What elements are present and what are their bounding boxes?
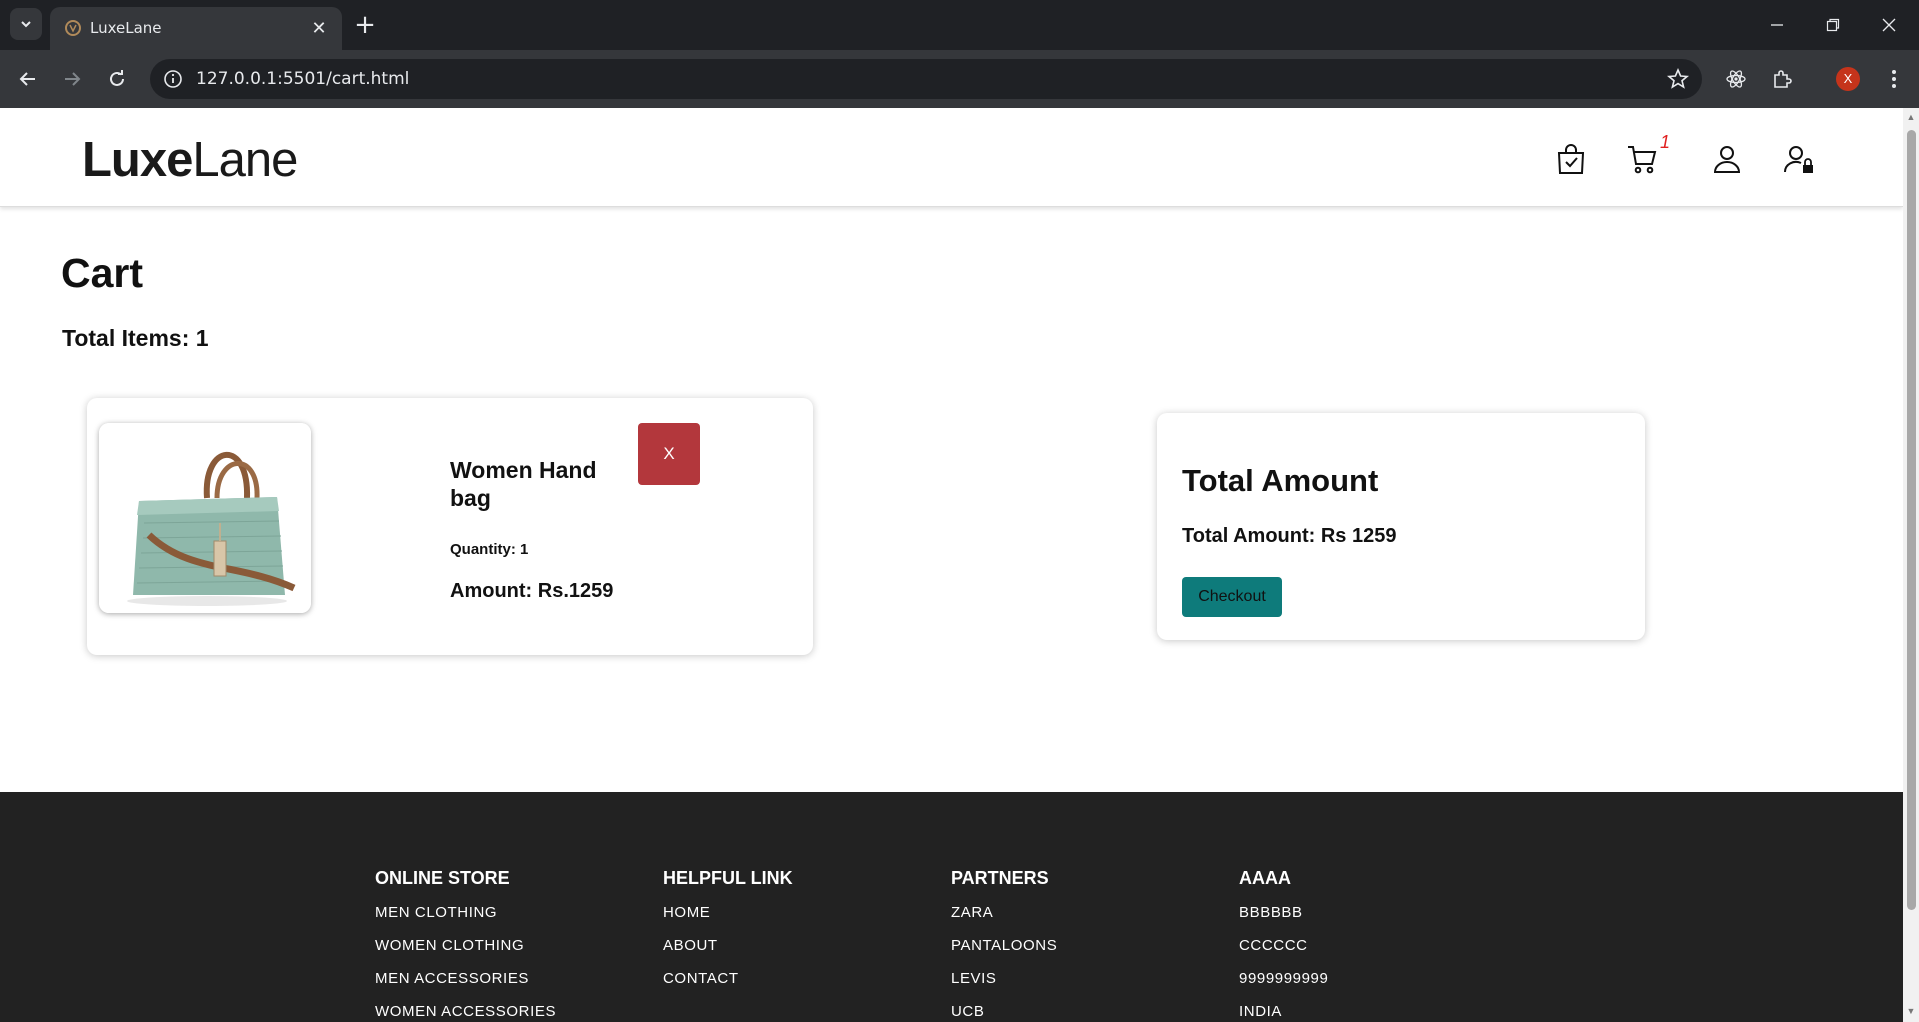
footer-link[interactable]: MEN ACCESSORIES xyxy=(375,969,556,1002)
footer-link[interactable]: ABOUT xyxy=(663,936,793,969)
reload-icon xyxy=(110,70,124,86)
puzzle-icon xyxy=(1774,70,1792,88)
profile-avatar[interactable]: X xyxy=(1836,67,1860,91)
minimize-button[interactable] xyxy=(1762,10,1792,40)
logo-light-part: Lane xyxy=(192,133,298,187)
footer-link[interactable]: CONTACT xyxy=(663,969,793,1002)
new-tab-button[interactable]: + xyxy=(350,10,380,40)
site-info-icon[interactable] xyxy=(162,68,184,90)
restore-button[interactable] xyxy=(1818,10,1848,40)
footer-heading: AAAA xyxy=(1239,868,1291,888)
footer-heading: PARTNERS xyxy=(951,868,1049,888)
footer-column-partners: PARTNERS ZARA PANTALOONS LEVIS UCB xyxy=(951,868,1057,1022)
tab-search-button[interactable] xyxy=(10,8,42,40)
total-items-count: Total Items: 1 xyxy=(62,325,209,351)
user-lock-icon xyxy=(1784,146,1813,173)
checkout-button[interactable]: Checkout xyxy=(1182,577,1282,617)
more-vertical-icon xyxy=(1892,70,1896,88)
cart-count-badge: 1 xyxy=(1660,132,1671,152)
footer-column-online-store: ONLINE STORE MEN CLOTHING WOMEN CLOTHING… xyxy=(375,868,556,1022)
site-logo[interactable]: LuxeLane xyxy=(82,132,298,188)
cart-item-card: Women Hand bag Quantity: 1 Amount: Rs.12… xyxy=(87,398,813,655)
restore-icon xyxy=(1826,18,1840,32)
back-button[interactable] xyxy=(12,63,44,95)
product-amount: Amount: Rs.1259 xyxy=(450,580,614,602)
active-tab[interactable]: LuxeLane ✕ xyxy=(50,7,342,50)
shopping-bag-check-icon xyxy=(1557,144,1585,174)
user-icon xyxy=(1713,146,1741,173)
product-name: Women Hand bag xyxy=(450,457,597,511)
footer-link[interactable]: HOME xyxy=(663,903,793,936)
arrow-right-icon xyxy=(65,72,81,86)
close-icon xyxy=(1882,18,1896,32)
logo-bold-part: Luxe xyxy=(82,133,193,187)
forward-button[interactable] xyxy=(56,63,88,95)
page-viewport: LuxeLane 1 Cart Total Items: 1 Women Han… xyxy=(0,108,1903,1022)
arrow-left-icon xyxy=(19,72,35,86)
tab-title: LuxeLane xyxy=(90,19,162,37)
footer-link[interactable]: CCCCCC xyxy=(1239,936,1328,969)
site-footer: ONLINE STORE MEN CLOTHING WOMEN CLOTHING… xyxy=(0,792,1903,1022)
reload-button[interactable] xyxy=(101,63,133,95)
close-window-button[interactable] xyxy=(1874,10,1904,40)
cart-icon xyxy=(1628,146,1657,174)
footer-link[interactable]: WOMEN CLOTHING xyxy=(375,936,556,969)
login-button[interactable] xyxy=(1782,142,1816,176)
atom-icon xyxy=(1726,70,1746,88)
footer-link[interactable]: WOMEN ACCESSORIES xyxy=(375,1002,556,1022)
react-devtools-extension[interactable] xyxy=(1722,65,1750,93)
product-quantity: Quantity: 1 xyxy=(450,541,529,558)
footer-link[interactable]: LEVIS xyxy=(951,969,1057,1002)
orders-button[interactable] xyxy=(1554,142,1588,176)
footer-heading: HELPFUL LINK xyxy=(663,868,793,888)
footer-column-helpful-link: HELPFUL LINK HOME ABOUT CONTACT xyxy=(663,868,793,1002)
cart-button[interactable] xyxy=(1625,142,1659,176)
footer-link[interactable]: BBBBBB xyxy=(1239,903,1328,936)
footer-column-aaaa: AAAA BBBBBB CCCCCC 9999999999 INDIA xyxy=(1239,868,1328,1022)
minimize-icon xyxy=(1771,24,1783,26)
footer-link[interactable]: INDIA xyxy=(1239,1002,1328,1022)
scroll-up-arrow-icon[interactable]: ▲ xyxy=(1906,112,1916,122)
footer-link[interactable]: PANTALOONS xyxy=(951,936,1057,969)
order-summary-card: Total Amount Total Amount: Rs 1259 Check… xyxy=(1157,413,1645,640)
scrollbar-thumb[interactable] xyxy=(1907,130,1916,910)
close-tab-icon[interactable]: ✕ xyxy=(308,17,330,39)
page-scrollbar[interactable]: ▲ ▼ xyxy=(1903,108,1919,1022)
site-header: LuxeLane 1 xyxy=(0,108,1903,207)
site-favicon-icon xyxy=(65,20,81,36)
summary-total: Total Amount: Rs 1259 xyxy=(1182,525,1397,547)
extensions-button[interactable] xyxy=(1768,65,1796,93)
footer-link[interactable]: ZARA xyxy=(951,903,1057,936)
browser-toolbar: 127.0.0.1:5501/cart.html X xyxy=(0,50,1919,108)
address-bar[interactable]: 127.0.0.1:5501/cart.html xyxy=(150,59,1702,99)
browser-tab-bar: LuxeLane ✕ + xyxy=(0,0,1919,50)
footer-link[interactable]: MEN CLOTHING xyxy=(375,903,556,936)
chevron-down-icon xyxy=(21,21,31,28)
footer-heading: ONLINE STORE xyxy=(375,868,510,888)
url-text: 127.0.0.1:5501/cart.html xyxy=(196,69,410,89)
bookmark-star-icon[interactable] xyxy=(1666,67,1690,91)
remove-item-button[interactable]: X xyxy=(638,423,700,485)
summary-title: Total Amount xyxy=(1182,463,1379,498)
scroll-down-arrow-icon[interactable]: ▼ xyxy=(1906,1006,1916,1016)
handbag-image-icon xyxy=(99,423,311,613)
account-button[interactable] xyxy=(1710,142,1744,176)
footer-link[interactable]: 9999999999 xyxy=(1239,969,1328,1002)
page-title: Cart xyxy=(61,250,144,296)
product-image xyxy=(99,423,311,613)
footer-link[interactable]: UCB xyxy=(951,1002,1057,1022)
browser-menu-button[interactable] xyxy=(1880,65,1908,93)
